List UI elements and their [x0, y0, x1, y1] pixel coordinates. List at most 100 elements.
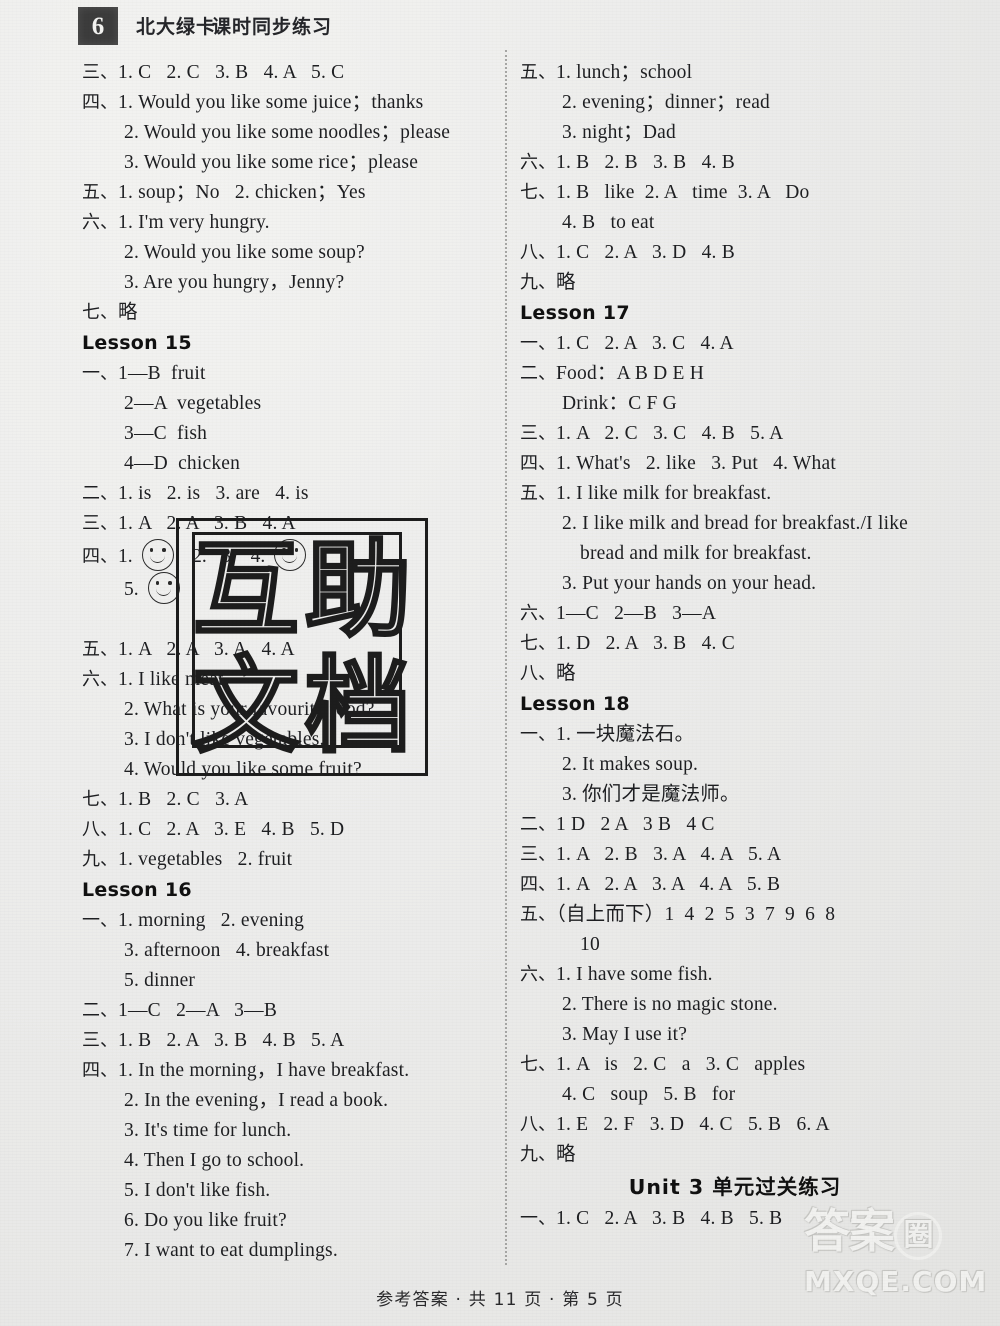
answer-line: 3. I don't like vegetables.: [82, 725, 502, 755]
answer-text: 2. I like milk and bread for breakfast./…: [562, 513, 908, 534]
answer-line: 九、1. vegetables 2. fruit: [82, 845, 502, 875]
answer-text: 1. C 2. A 3. C 4. A: [556, 333, 734, 354]
lesson-heading: Lesson 15: [82, 332, 192, 354]
answer-text: 1. I have some fish.: [556, 964, 713, 985]
answer-line: 2. It makes soup.: [520, 750, 940, 780]
answer-text: Drink：C F G: [562, 393, 677, 414]
answer-text: 2. In the evening，I read a book.: [124, 1090, 389, 1111]
answer-text: 2. What is your favourite food?: [124, 699, 375, 720]
answer-label: 三、: [82, 62, 118, 83]
answer-line: 七、1. B 2. C 3. A: [82, 785, 502, 815]
answer-text: 1. In the morning，I have breakfast.: [118, 1060, 410, 1081]
brand-name: 北大绿卡: [136, 16, 217, 38]
lesson-heading: Lesson 17: [520, 302, 630, 324]
answer-line: 三、1. C 2. C 3. B 4. A 5. C: [82, 58, 502, 88]
answer-text: 1. A 2. C 3. C 4. B 5. A: [556, 423, 784, 444]
answer-line: 四、1. What's 2. like 3. Put 4. What: [520, 449, 940, 479]
answer-text: 1. B 2. A 3. B 4. B 5. A: [118, 1030, 345, 1051]
answer-text: bread and milk for breakfast.: [580, 543, 812, 564]
answer-text: 3. I don't like vegetables.: [124, 729, 325, 750]
answer-line: 九、略: [520, 1140, 940, 1170]
answer-text: 1. soup；No 2. chicken；Yes: [118, 182, 366, 203]
answer-line: Drink：C F G: [520, 389, 940, 419]
answer-label: 六、: [520, 152, 556, 173]
answer-text: 1. D 2. A 3. B 4. C: [556, 633, 735, 654]
answer-text: 3. Put your hands on your head.: [562, 573, 817, 594]
column-divider: [505, 50, 507, 1265]
answer-text: 2. 3. 4.: [177, 546, 271, 567]
answer-line: 5.: [82, 572, 502, 605]
answer-text: 略: [556, 272, 576, 293]
answer-text: 2. Would you like some noodles；please: [124, 122, 451, 143]
answer-line: 一、1. C 2. A 3. C 4. A: [520, 329, 940, 359]
smiley-answer-row: 四、1. 2. 3. 4. 5.: [82, 539, 502, 635]
answer-text: 3. Are you hungry，Jenny?: [124, 272, 345, 293]
answer-label: 四、: [82, 1060, 118, 1081]
answer-text: 略: [118, 302, 138, 323]
answer-label: 四、: [82, 92, 118, 113]
answer-text: 4. Then I go to school.: [124, 1150, 305, 1171]
answer-line: 4. Would you like some fruit?: [82, 755, 502, 785]
answer-line: 2—A vegetables: [82, 389, 502, 419]
smiley-face-icon: [147, 572, 180, 604]
answer-label: 八、: [520, 1114, 556, 1135]
answer-line: 2. I like milk and bread for breakfast./…: [520, 509, 940, 539]
smiley-face-icon: [274, 539, 307, 571]
answer-line: 2. evening；dinner；read: [520, 88, 940, 118]
answer-text: 5. dinner: [124, 970, 196, 991]
answer-line: 5. dinner: [82, 966, 502, 996]
answer-line: 一、1. 一块魔法石。: [520, 720, 940, 750]
answer-text: 1. I'm very hungry.: [118, 212, 270, 233]
answer-line: 3. afternoon 4. breakfast: [82, 936, 502, 966]
answer-line: 三、1. A 2. C 3. C 4. B 5. A: [520, 419, 940, 449]
answer-text: 1. B 2. B 3. B 4. B: [556, 152, 735, 173]
answer-line: 四、1. Would you like some juice；thanks: [82, 88, 502, 118]
page-header: 6 北大绿卡 课时同步练习: [0, 4, 1000, 46]
answer-text: 4—D chicken: [124, 453, 241, 474]
answer-text: 1. B 2. C 3. A: [118, 789, 249, 810]
answer-line: 八、略: [520, 659, 940, 689]
answer-label: 三、: [520, 423, 556, 444]
answer-line: 2. There is no magic stone.: [520, 990, 940, 1020]
answer-line: 一、1. C 2. A 3. B 4. B 5. B: [520, 1204, 940, 1234]
answer-text: 1.: [118, 546, 138, 567]
answer-label: 七、: [82, 302, 118, 323]
answer-line: 3. It's time for lunch.: [82, 1116, 502, 1146]
answer-text: 1—C 2—A 3—B: [118, 1000, 278, 1021]
answer-line: 一、1—B fruit: [82, 359, 502, 389]
answer-line: 2. Would you like some noodles；please: [82, 118, 502, 148]
answer-line: 2. Would you like some soup?: [82, 238, 502, 268]
answer-text: 略: [556, 1144, 576, 1165]
answer-text: 2—A vegetables: [124, 393, 262, 414]
answer-line: 八、1. C 2. A 3. D 4. B: [520, 238, 940, 268]
answer-text: 1. A is 2. C a 3. C apples: [556, 1054, 806, 1075]
answer-line: 二、1—C 2—A 3—B: [82, 996, 502, 1026]
answer-line: 五、（自上而下）1 4 2 5 3 7 9 6 8: [520, 900, 940, 930]
answer-text: 2. There is no magic stone.: [562, 994, 778, 1015]
answer-label: 六、: [82, 669, 118, 690]
answer-line: 三、1. A 2. B 3. A 4. A 5. A: [520, 840, 940, 870]
answer-text: 1. I like milk for breakfast.: [556, 483, 772, 504]
answer-label: 二、: [520, 814, 556, 835]
answer-text: 4. C soup 5. B for: [562, 1084, 736, 1105]
answer-line: 3—C fish: [82, 419, 502, 449]
answer-line: 三、1. A 2. A 3. B 4. A: [82, 509, 502, 539]
answer-label: 六、: [520, 603, 556, 624]
answer-text: 2. Would you like some soup?: [124, 242, 365, 263]
answer-text: 3. It's time for lunch.: [124, 1120, 292, 1141]
answer-line: 三、1. B 2. A 3. B 4. B 5. A: [82, 1026, 502, 1056]
answer-label: 二、: [82, 1000, 118, 1021]
answer-text: 1. What's 2. like 3. Put 4. What: [556, 453, 836, 474]
answer-line: 六、1. I like meat.: [82, 665, 502, 695]
answer-label: 三、: [82, 1030, 118, 1051]
answer-text: 1. B like 2. A time 3. A Do: [556, 182, 810, 203]
answer-text: 1. C 2. A 3. B 4. B 5. B: [556, 1208, 783, 1229]
answer-text: 1. C 2. A 3. E 4. B 5. D: [118, 819, 345, 840]
answer-label: 一、: [520, 333, 556, 354]
answer-text: 1. 一块魔法石。: [556, 724, 695, 745]
answer-line: 六、1. I have some fish.: [520, 960, 940, 990]
answer-label: 二、: [82, 483, 118, 504]
answer-text: 6. Do you like fruit?: [124, 1210, 287, 1231]
answer-text: 10: [580, 934, 600, 955]
page-title: 课时同步练习: [212, 16, 333, 38]
